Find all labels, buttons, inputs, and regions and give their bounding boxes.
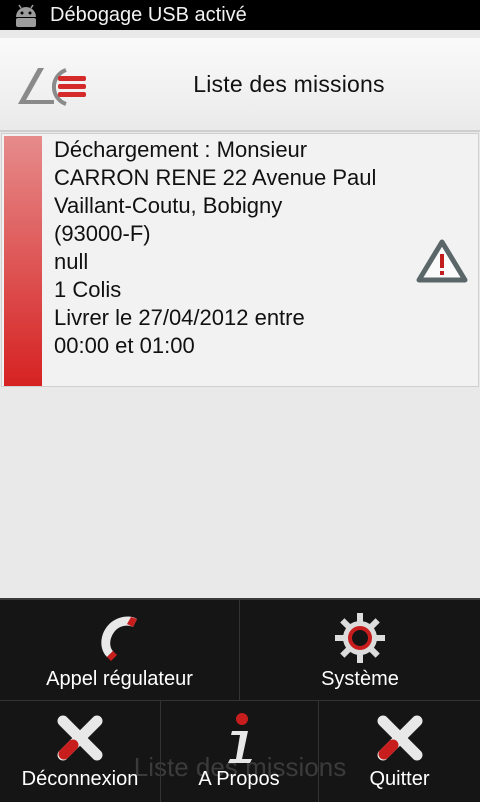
menu-item-a-propos[interactable]: A Propos (160, 708, 318, 791)
mission-line: (93000-F) (54, 221, 151, 246)
lc-logo-icon[interactable] (14, 62, 90, 108)
mission-details: Déchargement : Monsieur CARRON RENE 22 A… (54, 136, 414, 360)
mission-line: Vaillant-Coutu, Bobigny (54, 193, 283, 218)
info-icon (228, 713, 252, 763)
menu-item-label: Appel régulateur (46, 668, 193, 690)
menu-item-label: Quitter (369, 768, 430, 790)
menu-item-label: Système (321, 668, 399, 690)
mission-line: 1 Colis (54, 277, 122, 302)
menu-item-deconnexion[interactable]: Déconnexion (0, 708, 160, 791)
mission-line: Livrer le 27/04/2012 entre (54, 305, 305, 330)
menu-item-label: A Propos (198, 768, 280, 790)
menu-item-quitter[interactable]: Quitter (319, 708, 480, 791)
options-menu: Liste des missions Appel régulateur Syst… (0, 598, 480, 802)
menu-item-label: Déconnexion (21, 768, 139, 790)
close-icon (377, 715, 422, 761)
menu-item-appel-regulateur[interactable]: Appel régulateur (0, 608, 239, 691)
warning-icon (416, 239, 468, 283)
status-text: Débogage USB activé (50, 3, 247, 26)
mission-line: CARRON RENE 22 Avenue Paul (54, 165, 377, 190)
phone-icon (100, 616, 137, 661)
mission-line: 00:00 et 01:00 (54, 333, 195, 358)
mission-line: null (54, 249, 89, 274)
app-header: Liste des missions (0, 38, 480, 132)
android-icon (16, 4, 36, 27)
menu-divider (0, 700, 480, 701)
mission-status-strip (4, 136, 42, 386)
page-title: Liste des missions (193, 70, 385, 97)
close-icon (57, 715, 103, 761)
mission-list-item[interactable]: Déchargement : Monsieur CARRON RENE 22 A… (1, 133, 479, 387)
gear-icon (335, 613, 385, 663)
mission-line: Déchargement : Monsieur (54, 137, 308, 162)
status-bar: Débogage USB activé (0, 0, 480, 30)
menu-item-systeme[interactable]: Système (240, 608, 480, 691)
